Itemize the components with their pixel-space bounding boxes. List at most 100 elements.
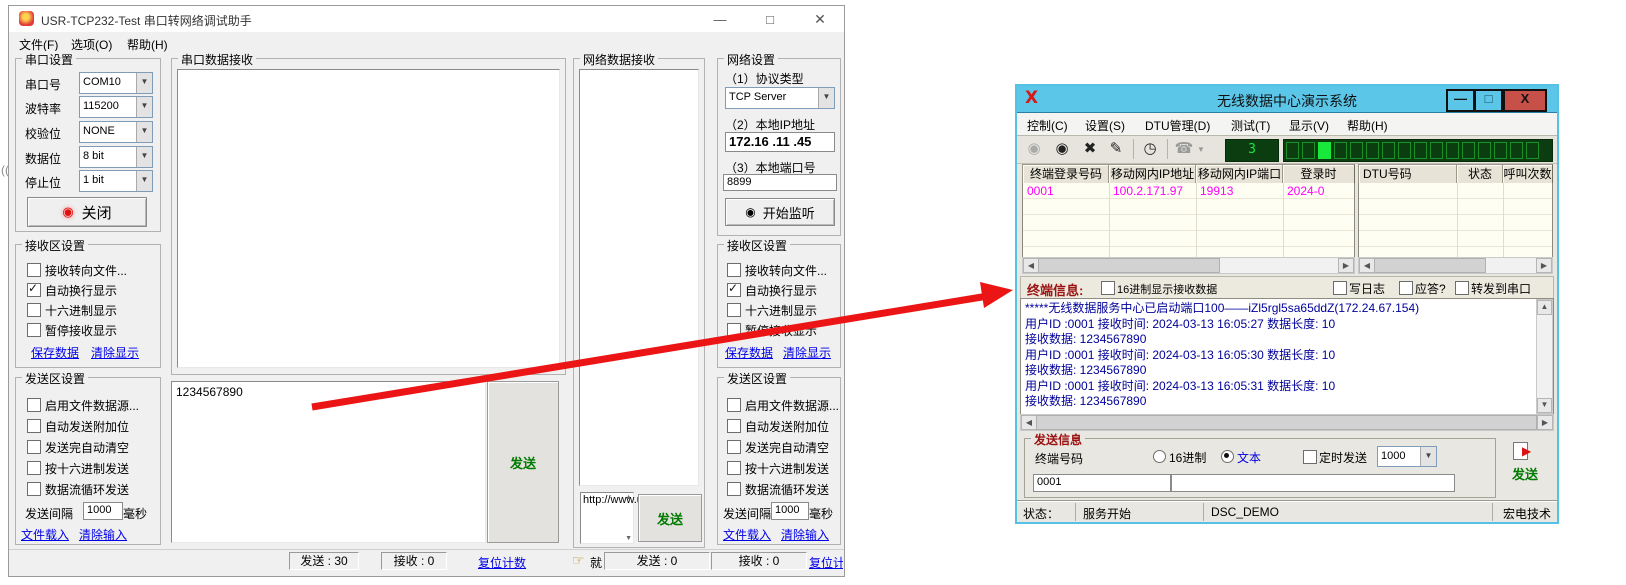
- net-clear-after-send-checkbox[interactable]: [727, 440, 741, 454]
- chevron-down-icon[interactable]: ▼: [136, 171, 152, 191]
- scroll-down-icon[interactable]: ▼: [1537, 398, 1552, 413]
- log-hscrollbar[interactable]: ◀ ▶: [1020, 414, 1554, 431]
- col-terminal-id[interactable]: 终端登录号码: [1022, 164, 1110, 185]
- net-loop-send-checkbox[interactable]: [727, 482, 741, 496]
- scrollbar-thumb[interactable]: [1374, 258, 1486, 273]
- col-status[interactable]: 状态: [1456, 164, 1504, 185]
- send-message-button[interactable]: ▶ 发送: [1501, 442, 1549, 492]
- maximize-button[interactable]: □: [759, 12, 781, 28]
- serial-send-button[interactable]: 发送: [487, 381, 559, 543]
- net-load-file-link[interactable]: 文件载入: [723, 526, 771, 543]
- hex-radio[interactable]: [1153, 450, 1166, 463]
- terminal-log-area[interactable]: *****无线数据服务中心已启动端口100——iZl5rgl5sa65ddZ(1…: [1020, 298, 1554, 415]
- log-vscrollbar[interactable]: ▲ ▼: [1536, 299, 1553, 414]
- menu-help[interactable]: 帮助(H): [1347, 117, 1388, 134]
- recv-to-file-checkbox[interactable]: [27, 263, 41, 277]
- chevron-down-icon[interactable]: ▼: [136, 147, 152, 167]
- net-file-source-checkbox[interactable]: [727, 398, 741, 412]
- scroll-up-icon[interactable]: ▲: [1537, 300, 1552, 315]
- connect-icon[interactable]: ◉: [1023, 139, 1045, 157]
- load-file-link[interactable]: 文件载入: [21, 526, 69, 543]
- right-titlebar[interactable]: Ⅹ 无线数据中心演示系统 — □ X: [1017, 86, 1557, 113]
- scroll-right-icon[interactable]: ▶: [1536, 258, 1552, 273]
- net-send-as-hex-checkbox[interactable]: [727, 461, 741, 475]
- scroll-left-icon[interactable]: ◀: [1021, 415, 1037, 430]
- phone-icon[interactable]: ☎: [1173, 139, 1195, 157]
- menu-test[interactable]: 测试(T): [1231, 117, 1270, 134]
- net-hex-display-checkbox[interactable]: [727, 303, 741, 317]
- net-clear-input-link[interactable]: 清除输入: [781, 526, 829, 543]
- edit-icon[interactable]: ✎: [1105, 139, 1127, 157]
- forward-serial-checkbox[interactable]: [1455, 281, 1469, 295]
- col-mobile-ip[interactable]: 移动网内IP地址: [1108, 164, 1197, 185]
- loop-send-checkbox[interactable]: [27, 482, 41, 496]
- auto-linefeed-checkbox[interactable]: [27, 283, 41, 297]
- chevron-down-icon[interactable]: ▼: [136, 73, 152, 93]
- net-send-input[interactable]: http://www.u ▲ ▼: [580, 492, 634, 544]
- scroll-up-icon[interactable]: ▲: [625, 494, 632, 501]
- dtu-table-hscrollbar[interactable]: ◀ ▶: [1358, 257, 1553, 274]
- local-ip-input[interactable]: 172.16 .11 .45: [725, 132, 835, 152]
- stop-icon[interactable]: ◉: [1051, 139, 1073, 157]
- write-log-checkbox[interactable]: [1333, 281, 1347, 295]
- net-interval-input[interactable]: 1000: [771, 502, 809, 520]
- scroll-left-icon[interactable]: ◀: [1359, 258, 1375, 273]
- menu-display[interactable]: 显示(V): [1289, 117, 1329, 134]
- net-reset-count-link[interactable]: 复位计数: [809, 554, 843, 569]
- menu-help[interactable]: 帮助(H): [127, 36, 168, 53]
- timed-send-checkbox[interactable]: [1303, 450, 1317, 464]
- hex-display-recv-checkbox[interactable]: [1101, 281, 1115, 295]
- menu-settings[interactable]: 设置(S): [1085, 117, 1125, 134]
- serial-reset-count-link[interactable]: 复位计数: [478, 554, 526, 571]
- auto-append-checkbox[interactable]: [27, 419, 41, 433]
- clock-icon[interactable]: ◷: [1139, 139, 1161, 157]
- serial-send-input[interactable]: 1234567890: [171, 381, 486, 543]
- clear-display-link[interactable]: 清除显示: [91, 344, 139, 361]
- save-data-link[interactable]: 保存数据: [31, 344, 79, 361]
- clear-input-link[interactable]: 清除输入: [79, 526, 127, 543]
- left-titlebar[interactable]: USR-TCP232-Test 串口转网络调试助手 — □ ✕: [9, 6, 844, 32]
- file-source-checkbox[interactable]: [27, 398, 41, 412]
- close-button[interactable]: X: [1503, 89, 1547, 112]
- scroll-down-icon[interactable]: ▼: [625, 535, 632, 542]
- menu-dtu-manage[interactable]: DTU管理(D): [1145, 117, 1210, 134]
- scroll-left-icon[interactable]: ◀: [1023, 258, 1039, 273]
- text-radio[interactable]: [1221, 450, 1234, 463]
- col-login-time[interactable]: 登录时: [1282, 164, 1355, 185]
- net-clear-display-link[interactable]: 清除显示: [783, 344, 831, 361]
- serial-recv-area[interactable]: [177, 69, 560, 368]
- maximize-button[interactable]: □: [1474, 89, 1503, 112]
- hex-display-checkbox[interactable]: [27, 303, 41, 317]
- terminal-table-body[interactable]: 0001 100.2.171.97 19913 2024-0: [1022, 183, 1355, 258]
- net-auto-linefeed-checkbox[interactable]: [727, 283, 741, 297]
- local-port-input[interactable]: 8899: [723, 174, 837, 191]
- terminal-table-hscrollbar[interactable]: ◀ ▶: [1022, 257, 1355, 274]
- close-button[interactable]: ✕: [809, 12, 831, 28]
- send-message-input[interactable]: [1171, 474, 1455, 492]
- terminal-number-input[interactable]: 0001: [1033, 474, 1171, 492]
- minimize-button[interactable]: —: [1446, 89, 1475, 112]
- col-mobile-port[interactable]: 移动网内IP端口: [1195, 164, 1284, 185]
- net-auto-append-checkbox[interactable]: [727, 419, 741, 433]
- scrollbar-thumb[interactable]: [1036, 415, 1537, 430]
- col-dtu-number[interactable]: DTU号码: [1358, 164, 1458, 185]
- net-save-data-link[interactable]: 保存数据: [725, 344, 773, 361]
- timed-interval-select[interactable]: 1000▼: [1377, 446, 1437, 467]
- scrollbar-thumb[interactable]: [1038, 258, 1220, 273]
- stopbits-select[interactable]: 1 bit▼: [79, 170, 153, 192]
- close-port-button[interactable]: ◉ 关闭: [27, 197, 147, 227]
- chevron-down-icon[interactable]: ▼: [136, 97, 152, 117]
- ack-checkbox[interactable]: [1399, 281, 1413, 295]
- pause-recv-checkbox[interactable]: [27, 323, 41, 337]
- net-recv-to-file-checkbox[interactable]: [727, 263, 741, 277]
- dtu-table-body[interactable]: [1358, 183, 1553, 258]
- scroll-right-icon[interactable]: ▶: [1338, 258, 1354, 273]
- net-recv-area[interactable]: [579, 69, 699, 486]
- start-listen-button[interactable]: ◉ 开始监听: [725, 198, 835, 226]
- net-pause-recv-checkbox[interactable]: [727, 323, 741, 337]
- clear-after-send-checkbox[interactable]: [27, 440, 41, 454]
- delete-icon[interactable]: ✖: [1079, 139, 1101, 157]
- col-call-count[interactable]: 呼叫次数: [1502, 164, 1553, 185]
- chevron-down-icon[interactable]: ▼: [1197, 145, 1205, 154]
- databits-select[interactable]: 8 bit▼: [79, 146, 153, 168]
